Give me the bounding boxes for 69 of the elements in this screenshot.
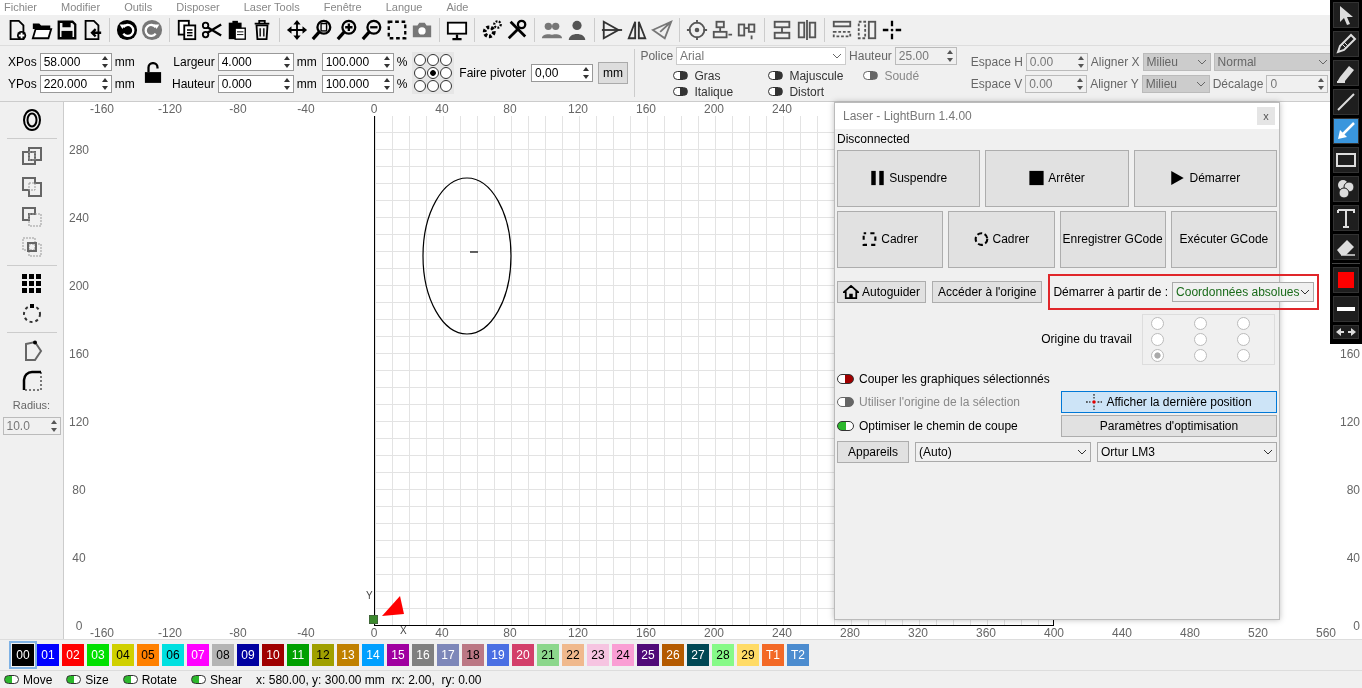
- field-label: Hauteur: [171, 77, 215, 92]
- ruler-label: 560: [1315, 625, 1337, 640]
- radius-label: Radius:: [12, 398, 51, 411]
- axis-label: X: [400, 624, 407, 636]
- ruler-label: 440: [1111, 625, 1133, 640]
- ruler-label: 200: [703, 625, 725, 640]
- ruler-label: 80: [502, 101, 518, 116]
- ruler-label: -120: [157, 101, 183, 116]
- ruler-label: 120: [68, 414, 90, 429]
- unit-label: %: [396, 77, 408, 92]
- unit-label: mm: [114, 77, 135, 92]
- field-label: Aligner Y: [1090, 77, 1139, 92]
- ruler-label: 120: [567, 625, 589, 640]
- job-origin-label: Origine du travail: [1041, 332, 1132, 347]
- ruler-label: 120: [567, 101, 589, 116]
- connection-status: Disconnected: [837, 131, 911, 146]
- ruler-label: 40: [71, 550, 87, 565]
- ruler-label: 480: [1179, 625, 1201, 640]
- ruler-label: 0: [1352, 618, 1360, 633]
- ruler-label: 160: [635, 625, 657, 640]
- ruler-label: 240: [771, 625, 793, 640]
- window-title: Laser - LightBurn 1.4.00: [843, 108, 972, 123]
- field-label: XPos: [8, 55, 37, 70]
- start-from-label: Démarrer à partir de :: [1053, 284, 1169, 299]
- ruler-label: 80: [71, 482, 87, 497]
- ruler-label: -80: [228, 101, 248, 116]
- field-label: Faire pivoter: [459, 66, 527, 81]
- ruler-label: -160: [89, 625, 115, 640]
- cursor-coordinates: x: 580.00, y: 300.00 mm rx: 2.00, ry: 0.00: [256, 672, 482, 687]
- ruler-label: 0: [369, 625, 379, 640]
- ruler-label: -40: [296, 625, 316, 640]
- ruler-label: 0: [369, 101, 379, 116]
- ruler-label: -120: [157, 625, 183, 640]
- ruler-label: 240: [68, 210, 90, 225]
- axis-label: Y: [366, 589, 373, 601]
- ruler-label: -40: [296, 101, 316, 116]
- field-label: Hauteur: [849, 48, 892, 63]
- ruler-label: 320: [907, 625, 929, 640]
- ruler-label: 360: [975, 625, 997, 640]
- field-label: Police: [640, 48, 674, 63]
- ruler-label: 160: [68, 346, 90, 361]
- field-label: Aligner X: [1090, 55, 1140, 70]
- field-label: Espace V: [970, 77, 1023, 92]
- field-label: Largeur: [172, 55, 215, 70]
- unit-label: mm: [296, 55, 317, 70]
- ruler-label: 400: [1043, 625, 1065, 640]
- ruler-label: 200: [703, 101, 725, 116]
- ruler-label: -160: [89, 101, 115, 116]
- unit-label: mm: [296, 77, 317, 92]
- ruler-label: 80: [1345, 482, 1360, 497]
- ruler-label: 280: [68, 142, 90, 157]
- ruler-label: 160: [635, 101, 657, 116]
- ruler-label: 160: [1338, 346, 1360, 361]
- ruler-label: 120: [1338, 414, 1360, 429]
- ruler-label: 520: [1247, 625, 1269, 640]
- field-label: Espace H: [970, 55, 1023, 70]
- unit-label: mm: [114, 55, 135, 70]
- ruler-label: 240: [771, 101, 793, 116]
- ruler-label: 200: [68, 278, 90, 293]
- unit-label: %: [396, 55, 408, 70]
- field-label: Décalage: [1212, 77, 1264, 92]
- ruler-label: -80: [228, 625, 248, 640]
- ruler-label: 0: [74, 618, 84, 633]
- ruler-label: 80: [502, 625, 518, 640]
- ruler-label: 40: [434, 101, 450, 116]
- ruler-label: 40: [1345, 550, 1360, 565]
- ruler-label: 40: [434, 625, 450, 640]
- ruler-label: 280: [839, 625, 861, 640]
- field-label: YPos: [8, 77, 37, 92]
